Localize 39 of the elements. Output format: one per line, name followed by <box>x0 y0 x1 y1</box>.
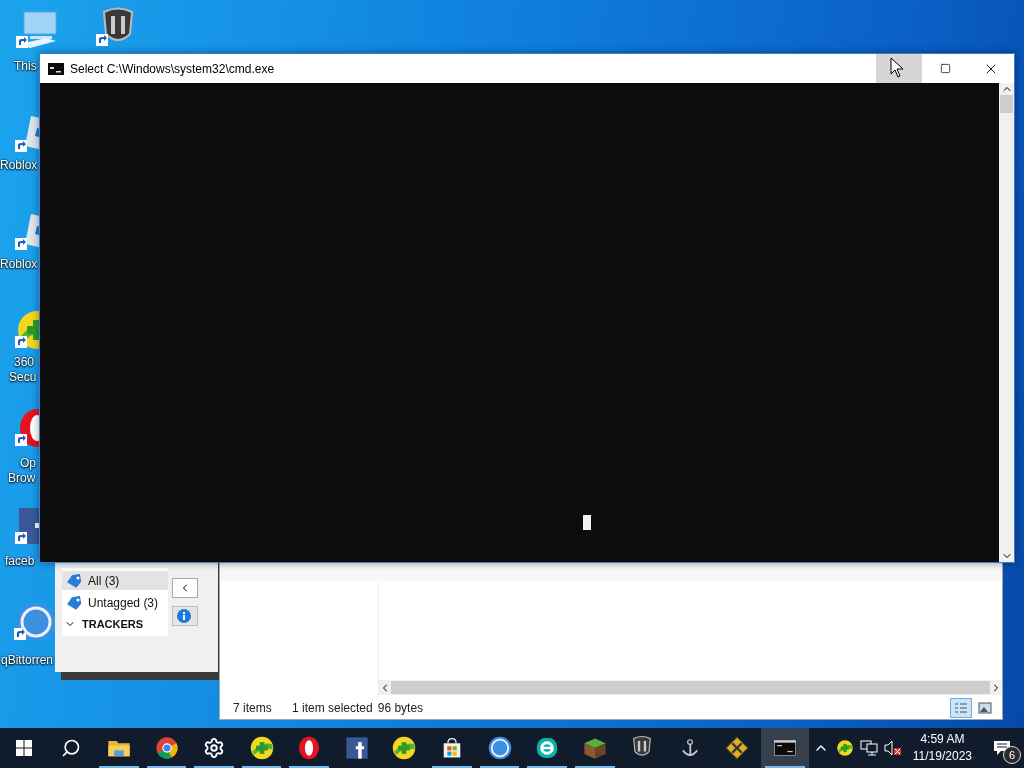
tag-icon <box>66 573 82 588</box>
tag-item[interactable]: All (3) <box>62 571 168 590</box>
icon-label: faceb <box>5 554 35 568</box>
info-icon <box>177 609 191 623</box>
text-cursor <box>583 515 591 530</box>
terminal-icon[interactable] <box>761 728 809 768</box>
scrollbar-thumb[interactable] <box>1000 95 1013 113</box>
search-icon <box>61 738 82 758</box>
icon-label: 360 <box>14 355 35 369</box>
mouse-pointer-icon <box>890 57 906 79</box>
clock[interactable]: 4:59 AM 11/19/2023 <box>904 731 980 765</box>
icon-label: Roblox <box>0 158 38 172</box>
selection-info: 1 item selected <box>292 701 373 715</box>
list-icon <box>954 702 968 714</box>
plus-shield-icon[interactable] <box>835 739 854 757</box>
speaker-muted-icon[interactable] <box>883 740 902 756</box>
scrollbar-thumb[interactable] <box>391 681 990 694</box>
item-count: 7 items <box>233 701 273 715</box>
maximize-icon <box>939 63 951 74</box>
scroll-left-button[interactable] <box>172 578 198 598</box>
size-info: 96 bytes <box>377 701 424 715</box>
tag-icon <box>66 595 82 610</box>
tag-item[interactable]: Untagged (3) <box>62 593 168 612</box>
icon-label: Brow <box>8 471 36 485</box>
windows-logo-icon <box>15 740 32 756</box>
horizontal-scrollbar[interactable] <box>379 680 1002 695</box>
icon-label: qBittorren <box>1 653 54 667</box>
network-icon[interactable] <box>859 740 878 756</box>
terminal-icon <box>48 62 64 75</box>
section-heading: TRACKERS <box>82 618 144 630</box>
vertical-scrollbar[interactable] <box>999 83 1014 562</box>
icon-label: This <box>14 59 37 73</box>
image-icon <box>978 702 992 714</box>
info-button[interactable] <box>172 606 198 626</box>
notification-button[interactable]: 6 <box>980 728 1024 768</box>
icon-label: Secu <box>9 370 37 384</box>
window-title: Select C:\Windows\system32\cmd.exe <box>70 61 276 76</box>
icon-label: Op <box>20 456 36 470</box>
icon-label: Roblox <box>0 257 38 271</box>
